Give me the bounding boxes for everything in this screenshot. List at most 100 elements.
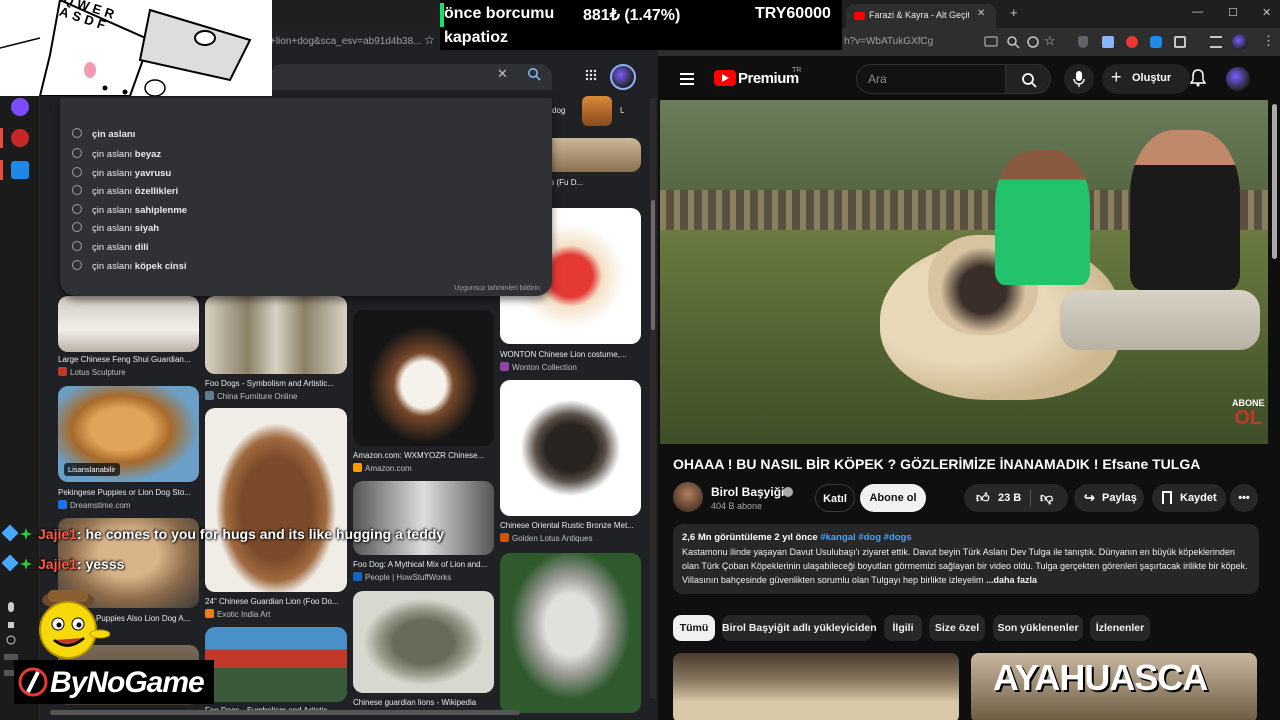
chip-watched[interactable]: İzlenenler [1090, 615, 1150, 641]
result-image[interactable] [500, 380, 641, 516]
close-tab-icon[interactable]: ✕ [977, 8, 985, 19]
result-image[interactable] [205, 408, 347, 592]
suggestion-item[interactable]: çin aslanı köpek cinsi [72, 258, 187, 276]
minimize-icon[interactable]: — [1192, 6, 1203, 18]
verified-icon [783, 487, 793, 497]
account-avatar[interactable] [610, 64, 636, 90]
chip-related[interactable]: İlgili [884, 615, 922, 641]
suggestion-item[interactable]: çin aslanı sahiplenme [72, 202, 187, 220]
scrollbar-track[interactable] [650, 98, 656, 698]
account-avatar[interactable] [1226, 67, 1250, 91]
suggestion-item[interactable]: çin aslanı siyah [72, 220, 159, 238]
report-predictions-link[interactable]: Uygunsuz tahminleri bildirin [454, 285, 540, 292]
suggestion-suffix: siyah [134, 223, 160, 234]
hamburger-menu-icon[interactable] [680, 73, 694, 85]
extension-icon[interactable] [1126, 36, 1138, 48]
extension-icon[interactable] [1102, 36, 1114, 48]
channel-name[interactable]: Birol Başyiğit [711, 485, 788, 499]
voice-search-button[interactable] [1064, 64, 1094, 94]
image-tab-label[interactable]: L [620, 106, 624, 115]
maximize-icon[interactable]: ☐ [1228, 6, 1238, 19]
video-player[interactable] [660, 100, 1268, 444]
result-image[interactable] [353, 481, 494, 555]
result-image[interactable] [58, 296, 199, 352]
result-caption[interactable]: Foo Dog: A Mythical Mix of Lion and... [353, 560, 494, 569]
url-text[interactable]: h?v=WbATukGXfCg [844, 36, 933, 47]
chip-from-uploader[interactable]: Birol Başyiğit adlı yükleyiciden [722, 615, 877, 641]
notifications-bell-icon[interactable] [1190, 69, 1206, 87]
hashtags[interactable]: #kangal #dog #dogs [820, 532, 911, 543]
result-caption[interactable]: WONTON Chinese Lion costume,... [500, 350, 641, 359]
suggestion-item[interactable]: çin aslanı yavrusu [72, 165, 171, 183]
result-image[interactable] [205, 296, 347, 374]
clear-icon[interactable]: ✕ [497, 66, 508, 82]
menu-kebab-icon[interactable]: ⋮ [1262, 33, 1275, 49]
puzzle-extensions-icon[interactable] [1174, 36, 1186, 48]
zoom-icon[interactable] [1006, 35, 1020, 49]
chip-for-you[interactable]: Size özel [929, 615, 985, 641]
window-close-icon[interactable]: ✕ [1262, 6, 1271, 19]
youtube-premium-logo[interactable]: Premium [738, 70, 799, 87]
result-image[interactable] [205, 627, 347, 702]
like-dislike-group[interactable]: 👍︎ 23 B 👎︎ [964, 484, 1068, 512]
more-actions-button[interactable]: ••• [1230, 484, 1258, 512]
search-button[interactable] [1005, 64, 1051, 94]
cast-icon[interactable] [984, 35, 998, 49]
result-caption[interactable]: Foo Dogs - Symbolism and Artistic... [205, 379, 347, 388]
profile-avatar[interactable] [1232, 34, 1248, 50]
search-icon[interactable] [527, 67, 541, 81]
youtube-logo-icon[interactable] [714, 70, 736, 86]
search-icon [72, 148, 82, 158]
messenger-icon[interactable] [11, 98, 29, 116]
reading-list-icon[interactable] [1210, 36, 1222, 48]
search-icon [72, 185, 82, 195]
shield-extension-icon[interactable] [1078, 36, 1088, 48]
join-button[interactable]: Katıl [815, 484, 855, 512]
save-button[interactable]: Kaydet [1152, 484, 1226, 512]
show-more-link[interactable]: ...daha fazla [986, 575, 1037, 585]
youtube-browser-window: Farazi & Kayra - Alt Geçit - You ✕ + — ☐… [658, 0, 1280, 720]
apps-grid-icon[interactable] [585, 69, 597, 81]
image-tab-label[interactable]: dog [552, 106, 565, 115]
result-caption[interactable]: Pekingese Puppies or Lion Dog Sto... [58, 488, 199, 497]
subscribe-button[interactable]: Abone ol [860, 484, 926, 512]
result-image[interactable] [500, 553, 641, 713]
result-caption[interactable]: Chinese Oriental Rustic Bronze Met... [500, 521, 641, 530]
app-icon[interactable] [11, 129, 29, 147]
suggestion-item[interactable]: çin aslanı dili [72, 239, 149, 257]
share-button[interactable]: ↪ Paylaş [1074, 484, 1144, 512]
suggestion-item[interactable]: çin aslanı beyaz [72, 146, 161, 164]
horizontal-scrollbar[interactable] [50, 710, 520, 715]
result-image[interactable] [353, 310, 494, 446]
chip-recently-uploaded[interactable]: Son yüklenenler [993, 615, 1083, 641]
tab-youtube[interactable]: Farazi & Kayra - Alt Geçit - You ✕ [846, 4, 996, 28]
suggestion-prefix: çin aslanı [92, 149, 133, 160]
new-tab-icon[interactable]: + [1010, 5, 1018, 20]
license-badge: Lisanslanabilir [64, 463, 120, 476]
extension-icon[interactable] [1150, 36, 1162, 48]
editor-icon[interactable] [11, 161, 29, 179]
result-caption[interactable]: Puppies Also Lion Dog A... [96, 614, 200, 623]
suggestion-item[interactable]: çin aslanı özellikleri [72, 183, 178, 201]
bookmark-star-icon[interactable]: ☆ [424, 33, 435, 47]
suggestion-partial[interactable]: çin aslanı [72, 126, 135, 144]
thumbnail-image[interactable] [582, 96, 612, 126]
scrollbar-thumb[interactable] [1272, 104, 1277, 259]
recommended-video-thumbnail[interactable] [673, 653, 959, 720]
search-input[interactable] [270, 64, 552, 90]
recommended-video-thumbnail[interactable]: AYAHUASCA [971, 653, 1257, 720]
result-image[interactable]: Lisanslanabilir [58, 386, 199, 482]
result-image[interactable] [353, 591, 494, 693]
thumbs-down-icon[interactable]: 👎︎ [1040, 484, 1053, 512]
bookmark-star-icon[interactable]: ☆ [1044, 33, 1056, 49]
translate-icon[interactable] [1026, 35, 1040, 49]
chip-all[interactable]: Tümü [673, 615, 715, 641]
thumbs-up-icon[interactable]: 👍︎ [976, 484, 990, 512]
channel-avatar[interactable] [673, 482, 703, 512]
result-caption[interactable]: Large Chinese Feng Shui Guardian... [58, 355, 199, 364]
result-caption[interactable]: Chinese guardian lions - Wikipedia [353, 698, 494, 707]
result-caption[interactable]: Amazon.com: WXMYOZR Chinese... [353, 451, 494, 460]
result-caption[interactable]: 24" Chinese Guardian Lion (Foo Do... [205, 597, 347, 606]
scrollbar-thumb[interactable] [651, 200, 655, 330]
address-bar[interactable]: +lion+dog&sca_esv=ab91d4b38... [270, 32, 440, 52]
